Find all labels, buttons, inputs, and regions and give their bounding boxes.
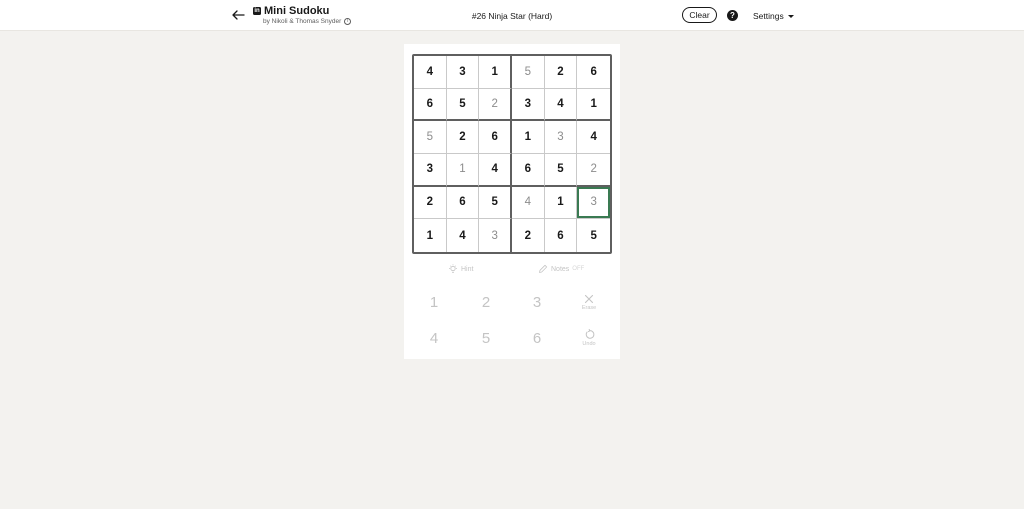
grid-cell[interactable]: 5 <box>414 121 447 154</box>
grid-cell[interactable]: 4 <box>544 88 578 122</box>
x-icon <box>584 294 594 303</box>
grid-cell[interactable]: 3 <box>512 88 545 122</box>
selected-cell[interactable]: 3 <box>577 187 610 220</box>
hint-label: Hint <box>461 265 474 273</box>
settings-label: Settings <box>753 11 784 21</box>
key-5[interactable]: 5 <box>471 324 501 352</box>
key-label: 6 <box>532 329 542 347</box>
grid-cell[interactable]: 5 <box>512 56 545 89</box>
hint-button[interactable]: Hint <box>448 264 473 274</box>
puzzle-title: #26 Ninja Star (Hard) <box>471 11 553 21</box>
grid-cell[interactable]: 5 <box>544 154 578 187</box>
grid-cell[interactable]: 2 <box>446 121 480 154</box>
grid-cell[interactable]: 6 <box>414 88 447 122</box>
undo-icon <box>585 329 594 339</box>
grid-cell[interactable]: 6 <box>577 56 610 89</box>
grid-cell[interactable]: 3 <box>414 154 447 187</box>
key-1[interactable]: 1 <box>419 288 449 316</box>
key-2[interactable]: 2 <box>471 288 501 316</box>
key-label: 3 <box>532 293 542 311</box>
grid-cell[interactable]: 2 <box>479 88 512 122</box>
clear-button[interactable]: Clear <box>682 7 717 23</box>
grid-cell[interactable]: 1 <box>577 89 610 122</box>
grid-cell[interactable]: 6 <box>512 154 545 187</box>
key-6[interactable]: 6 <box>522 324 552 352</box>
grid-cell[interactable]: 3 <box>446 56 480 89</box>
notes-label: Notes <box>551 265 570 273</box>
game-panel: 431526652341526134314652265413143265 Hin… <box>404 44 620 359</box>
key-3[interactable]: 3 <box>522 288 552 316</box>
top-bar: in Mini Sudoku by Nikoli & Thomas Snyder… <box>0 0 1024 31</box>
grid-cell[interactable]: 4 <box>479 154 512 187</box>
grid-cell[interactable]: 4 <box>577 121 610 154</box>
grid-cell[interactable]: 1 <box>544 186 578 220</box>
grid-cell[interactable]: 4 <box>414 56 447 89</box>
grid-cell[interactable]: 6 <box>446 186 480 220</box>
erase-label: Erase <box>581 304 597 311</box>
notes-toggle[interactable]: Notes OFF <box>538 264 584 274</box>
undo-button[interactable]: Undo <box>574 324 604 352</box>
undo-label: Undo <box>582 341 596 347</box>
key-4[interactable]: 4 <box>419 324 449 352</box>
key-label: 1 <box>429 293 439 311</box>
chevron-down-icon <box>787 14 794 18</box>
grid-cell[interactable]: 1 <box>512 121 545 154</box>
key-label: 2 <box>481 293 491 311</box>
erase-button[interactable]: Erase <box>574 288 604 316</box>
grid-cell[interactable]: 2 <box>577 154 610 187</box>
grid-cell[interactable]: 6 <box>479 121 512 154</box>
key-label: 5 <box>481 329 491 347</box>
grid-cell[interactable]: 5 <box>577 219 610 252</box>
sudoku-grid: 431526652341526134314652265413143265 <box>412 54 612 254</box>
grid-cell[interactable]: 1 <box>479 56 512 89</box>
grid-cell[interactable]: 2 <box>544 56 578 89</box>
grid-cell[interactable]: 5 <box>446 88 480 122</box>
notes-state: OFF <box>572 266 585 272</box>
grid-cell[interactable]: 3 <box>479 219 512 252</box>
tools-row: Hint Notes OFF <box>404 264 620 278</box>
grid-cell[interactable]: 1 <box>414 219 447 252</box>
help-icon[interactable]: ? <box>727 10 738 21</box>
grid-cell[interactable]: 2 <box>414 186 447 220</box>
grid-cell[interactable]: 6 <box>545 219 578 252</box>
lightbulb-icon <box>449 264 457 273</box>
pencil-icon <box>539 264 548 273</box>
grid-cell[interactable]: 3 <box>544 121 578 154</box>
grid-cell[interactable]: 2 <box>512 219 545 252</box>
grid-cell[interactable]: 1 <box>446 154 480 187</box>
key-label: 4 <box>429 329 439 347</box>
grid-cell[interactable]: 4 <box>447 219 480 252</box>
grid-cell[interactable]: 5 <box>479 186 512 220</box>
settings-button[interactable]: Settings <box>753 11 794 21</box>
grid-cell[interactable]: 4 <box>512 186 545 220</box>
